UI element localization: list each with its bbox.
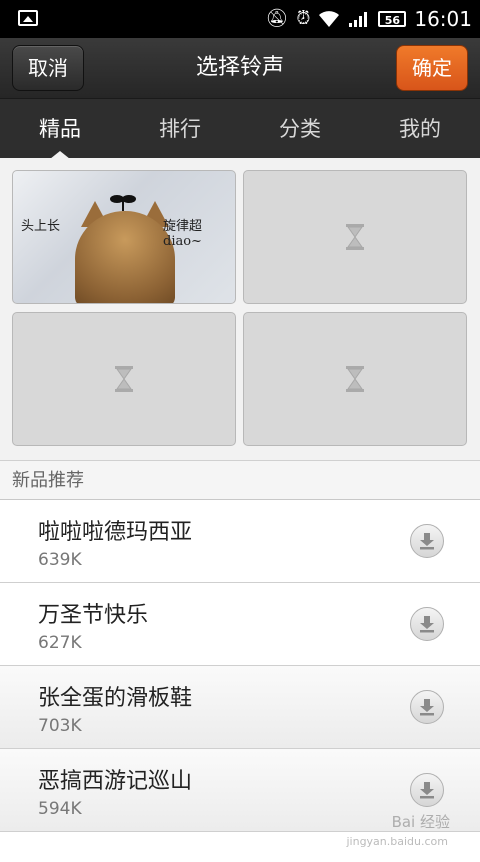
tab-featured[interactable]: 精品: [0, 99, 120, 159]
watermark: Bai 经验: [391, 813, 450, 831]
featured-tile-loading[interactable]: [243, 312, 467, 446]
hourglass-icon: [346, 366, 364, 392]
featured-grid: 头上长 旋律超diao~: [0, 158, 480, 460]
alarm-icon: ⏰︎: [296, 8, 311, 29]
section-title: 新品推荐: [12, 470, 84, 491]
ringtone-name: 张全蛋的滑板鞋: [38, 686, 193, 711]
download-button[interactable]: [410, 607, 444, 641]
mute-icon: 🔕︎: [265, 8, 289, 29]
signal-icon: [349, 12, 368, 27]
cancel-button[interactable]: 取消: [12, 45, 84, 91]
featured-tile-loading[interactable]: [12, 312, 236, 446]
picture-notification-icon: [18, 10, 38, 26]
banner-caption-left: 头上长: [21, 219, 61, 234]
download-icon: [420, 782, 434, 799]
clock: 16:01: [414, 7, 472, 31]
cat-image: [75, 211, 175, 303]
section-header: 新品推荐: [0, 460, 480, 500]
ringtone-size: 594K: [38, 799, 82, 819]
ringtone-size: 627K: [38, 633, 82, 653]
watermark-url: jingyan.baidu.com: [346, 835, 448, 848]
ringtone-name: 万圣节快乐: [38, 603, 149, 628]
download-icon: [420, 533, 434, 550]
battery-icon: 56: [378, 11, 407, 27]
download-icon: [420, 616, 434, 633]
ringtone-name: 恶搞西游记巡山: [38, 769, 193, 794]
ringtone-name: 啦啦啦德玛西亚: [38, 520, 193, 545]
status-icons: 🔕︎ ⏰︎ 56 16:01: [265, 0, 472, 38]
wifi-icon: [319, 11, 340, 27]
ringtone-list: 啦啦啦德玛西亚 639K 万圣节快乐 627K 张全蛋的滑板鞋 703K 恶搞西…: [0, 500, 480, 862]
tab-ranking[interactable]: 排行: [120, 99, 240, 159]
download-icon: [420, 699, 434, 716]
hourglass-icon: [346, 224, 364, 250]
tab-mine[interactable]: 我的: [360, 99, 480, 159]
list-item[interactable]: 啦啦啦德玛西亚 639K: [0, 500, 480, 583]
ringtone-size: 639K: [38, 550, 82, 570]
download-button[interactable]: [410, 773, 444, 807]
download-button[interactable]: [410, 690, 444, 724]
download-button[interactable]: [410, 524, 444, 558]
sprout-icon: [110, 195, 136, 211]
tab-bar: 精品 排行 分类 我的: [0, 98, 480, 159]
title-bar: 选择铃声 取消 确定: [0, 38, 480, 98]
featured-banner-cat[interactable]: 头上长 旋律超diao~: [12, 170, 236, 304]
list-item[interactable]: 万圣节快乐 627K: [0, 583, 480, 666]
status-bar: 🔕︎ ⏰︎ 56 16:01: [0, 0, 480, 38]
ringtone-size: 703K: [38, 716, 82, 736]
confirm-button[interactable]: 确定: [396, 45, 468, 91]
hourglass-icon: [115, 366, 133, 392]
featured-tile-loading[interactable]: [243, 170, 467, 304]
list-item[interactable]: 张全蛋的滑板鞋 703K: [0, 666, 480, 749]
tab-category[interactable]: 分类: [240, 99, 360, 159]
banner-caption-right: 旋律超diao~: [163, 219, 203, 249]
